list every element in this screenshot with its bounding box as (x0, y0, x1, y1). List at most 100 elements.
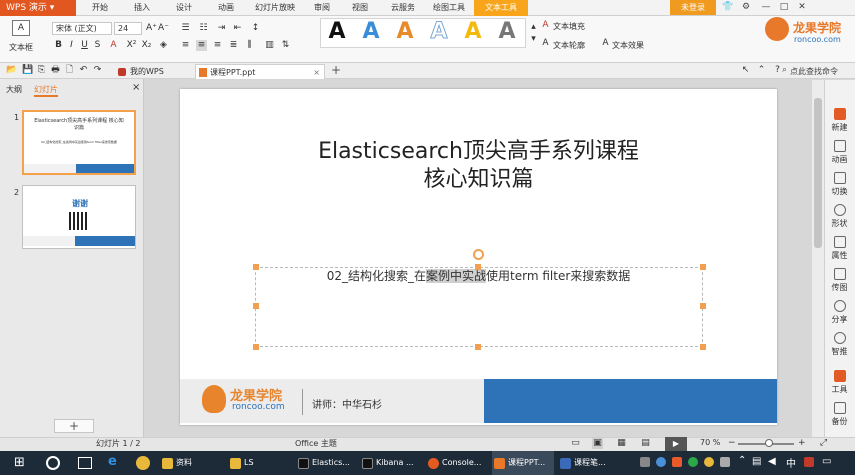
italic-icon[interactable]: I (66, 40, 77, 51)
text-outline-icon[interactable]: A (540, 38, 551, 49)
app-menu-button[interactable]: WPS 演示 ▾ (0, 0, 76, 16)
superscript-icon[interactable]: X² (126, 40, 137, 51)
export-icon[interactable]: ⎘ (36, 65, 47, 76)
gallery-scroll-down-icon[interactable]: ▾ (528, 34, 539, 45)
search-icon[interactable]: ⌕ (779, 65, 790, 76)
wordart-style-4[interactable]: A (428, 19, 450, 44)
resize-handle-sw[interactable] (253, 344, 259, 350)
pane-transition[interactable]: 切换 (824, 168, 855, 200)
zoom-in-icon[interactable]: + (798, 438, 806, 448)
play-slideshow-icon[interactable]: ▶ (665, 437, 687, 451)
panel-close-icon[interactable]: × (132, 82, 140, 93)
menu-cloud[interactable]: 云服务 (382, 0, 424, 16)
pane-properties[interactable]: 属性 (824, 232, 855, 264)
resize-handle-w[interactable] (253, 303, 259, 309)
resize-handle-se[interactable] (700, 344, 706, 350)
edge-icon[interactable]: e (108, 455, 122, 469)
bullets-icon[interactable]: ☰ (180, 23, 191, 34)
resize-handle-e[interactable] (700, 303, 706, 309)
tab-slides[interactable]: 幻灯片 (34, 84, 58, 97)
zoom-level[interactable]: 70 % (700, 438, 720, 447)
numbering-icon[interactable]: ☷ (198, 23, 209, 34)
menu-collapse-icon[interactable]: ⌃ (756, 65, 767, 76)
taskbar-item-notes[interactable]: 课程笔... (558, 451, 620, 475)
font-color-icon[interactable]: A (108, 40, 119, 51)
network-icon[interactable]: ▤ (752, 456, 761, 467)
pane-new[interactable]: 新建 (824, 104, 855, 136)
resize-handle-n[interactable] (475, 264, 481, 270)
settings-icon[interactable]: ⚙ (740, 1, 752, 13)
line-spacing-icon[interactable]: ↕ (250, 23, 261, 34)
menu-design[interactable]: 设计 (166, 0, 202, 16)
close-icon[interactable]: ✕ (796, 1, 808, 13)
menu-view[interactable]: 视图 (344, 0, 376, 16)
redo-icon[interactable]: ↷ (92, 65, 103, 76)
command-search[interactable]: 点此查找命令 (790, 66, 838, 77)
text-fill-button[interactable]: 文本填充 (553, 21, 585, 32)
pane-shape[interactable]: 形状 (824, 200, 855, 232)
distribute-icon[interactable]: ⫼ (244, 40, 255, 51)
vertical-scrollbar[interactable] (812, 80, 824, 437)
columns-icon[interactable]: ▥ (264, 40, 275, 51)
gallery-scroll-up-icon[interactable]: ▴ (528, 22, 539, 33)
menu-drawing-tools[interactable]: 绘图工具 (428, 0, 470, 16)
resize-handle-ne[interactable] (700, 264, 706, 270)
tray-app-icon[interactable] (688, 457, 698, 467)
tab-my-wps[interactable]: 我的WPS (116, 64, 188, 79)
tray-app-icon[interactable] (656, 457, 666, 467)
menu-home[interactable]: 开始 (82, 0, 118, 16)
text-effect-icon[interactable]: A (600, 38, 611, 49)
wordart-style-1[interactable]: A (326, 20, 348, 44)
slide-title-line-2[interactable]: 核心知识篇 (180, 161, 777, 193)
menu-slideshow[interactable]: 幻灯片放映 (250, 0, 300, 16)
subscript-icon[interactable]: X₂ (141, 40, 152, 51)
wordart-style-2[interactable]: A (360, 20, 382, 44)
slide-thumbnail-2[interactable]: 谢谢 (22, 185, 136, 249)
textbox-icon[interactable]: A (12, 20, 30, 36)
indent-icon[interactable]: ⇥ (216, 23, 227, 34)
tray-expand-icon[interactable]: ⌃ (738, 455, 746, 466)
undo-icon[interactable]: ↶ (78, 65, 89, 76)
rotate-handle-icon[interactable] (473, 249, 484, 260)
start-icon[interactable]: ⊞ (14, 456, 28, 470)
pane-animation[interactable]: 动画 (824, 136, 855, 168)
taskbar-item-elasticsearch[interactable]: Elastics... (296, 451, 358, 475)
add-slide-button[interactable]: + (54, 419, 94, 433)
tray-app-icon[interactable] (672, 457, 682, 467)
skin-icon[interactable]: 👕 (722, 1, 734, 13)
slide-canvas[interactable]: Elasticsearch顶尖高手系列课程 核心知识篇 02_结构化搜索_在案例… (180, 89, 777, 425)
bold-icon[interactable]: B (53, 40, 64, 51)
print-icon[interactable]: 🖶 (50, 65, 61, 76)
wordart-style-6[interactable]: A (496, 20, 518, 44)
notes-icon[interactable]: ▭ (570, 438, 581, 449)
normal-view-icon[interactable]: ▣ (592, 438, 603, 449)
align-left-icon[interactable]: ≡ (180, 40, 191, 51)
open-icon[interactable]: 📂 (6, 65, 17, 76)
zoom-out-icon[interactable]: − (728, 438, 736, 448)
font-size-select[interactable]: 24 (114, 22, 142, 35)
tray-app-icon[interactable] (640, 457, 650, 467)
clear-format-icon[interactable]: ◈ (158, 40, 169, 51)
taskbar-item-console[interactable]: Console... (426, 451, 488, 475)
menu-review[interactable]: 审阅 (306, 0, 338, 16)
strikethrough-icon[interactable]: S (92, 40, 103, 51)
fit-window-icon[interactable]: ⤢ (818, 438, 829, 449)
menu-insert[interactable]: 插入 (124, 0, 160, 16)
preview-icon[interactable]: 🗋 (64, 65, 75, 76)
ime-indicator[interactable]: 中 (786, 455, 796, 470)
pane-backup[interactable]: 备份 (824, 398, 855, 430)
save-icon[interactable]: 💾 (22, 65, 33, 76)
menu-animation[interactable]: 动画 (208, 0, 244, 16)
input-method-icon[interactable] (804, 457, 814, 467)
cortana-icon[interactable] (46, 456, 60, 470)
zoom-slider-knob[interactable] (764, 439, 773, 447)
tab-outline[interactable]: 大纲 (6, 84, 22, 95)
slide-thumbnail-1[interactable]: Elasticsearch顶尖高手系列课程 核心知识篇 02_结构化搜索_在案例… (22, 110, 136, 175)
justify-icon[interactable]: ≣ (228, 40, 239, 51)
menu-text-tools[interactable]: 文本工具 (474, 0, 528, 16)
reading-view-icon[interactable]: ▤ (640, 438, 651, 449)
text-outline-button[interactable]: 文本轮廓 (553, 40, 585, 51)
pane-tools[interactable]: 工具 (824, 366, 855, 398)
app-icon[interactable] (136, 456, 150, 470)
taskbar-item-kibana[interactable]: Kibana ... (360, 451, 422, 475)
